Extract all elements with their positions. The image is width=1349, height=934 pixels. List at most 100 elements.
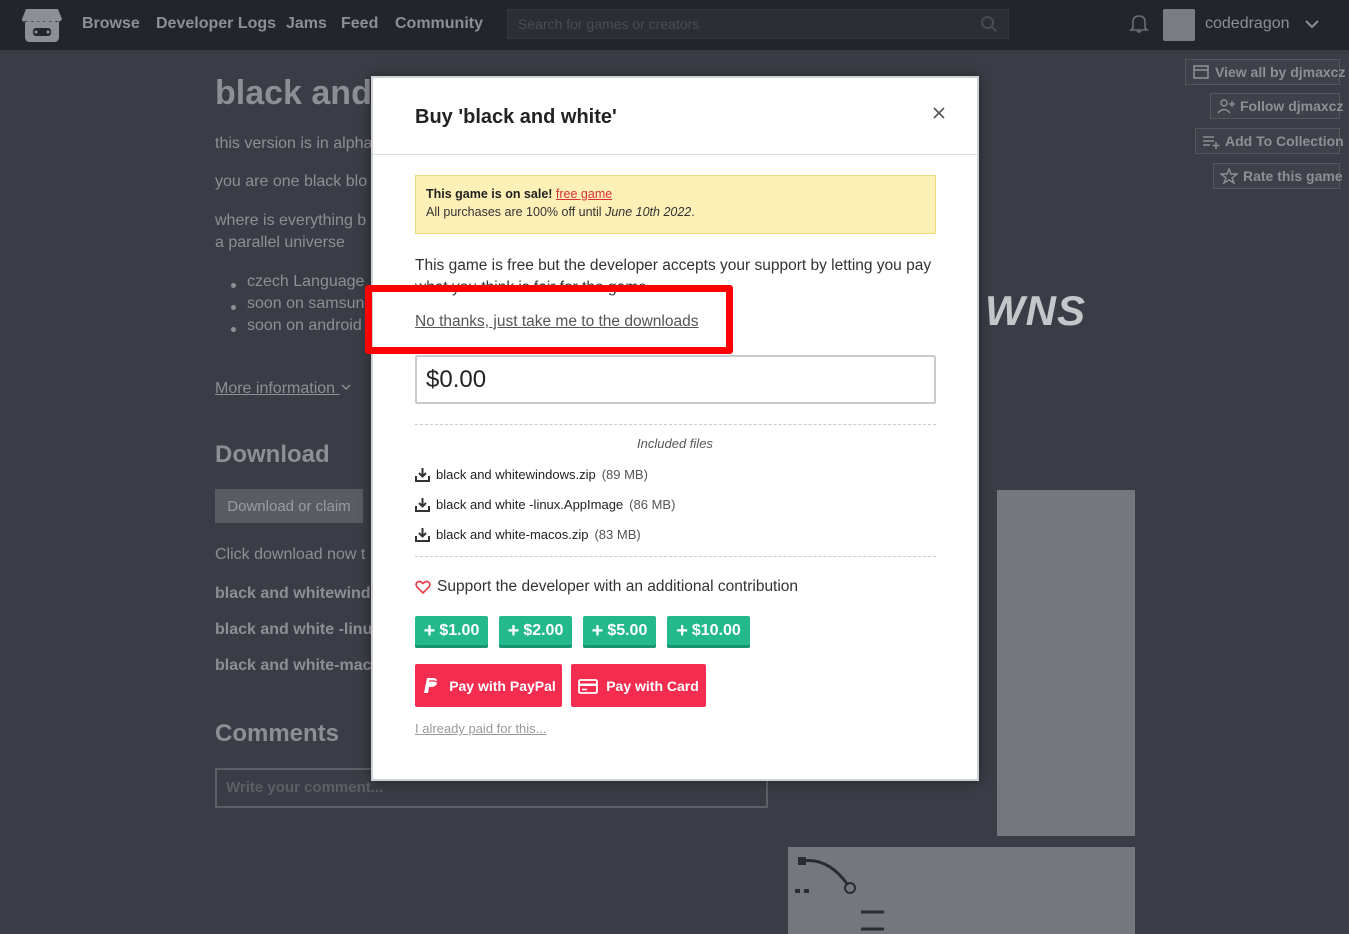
- download-icon: [415, 527, 430, 542]
- chevron-down-icon[interactable]: [1303, 15, 1321, 33]
- file-row: black and whitewindows.zip (89 MB): [415, 467, 648, 482]
- view-all-button[interactable]: View all by djmaxcz: [1185, 59, 1345, 85]
- top-navigation-bar: Browse Developer Logs Jams Feed Communit…: [0, 0, 1349, 50]
- add-1-button[interactable]: + $1.00: [415, 616, 488, 648]
- included-files-label: Included files: [637, 436, 713, 451]
- bell-icon[interactable]: [1128, 12, 1150, 34]
- search-input[interactable]: Search for games or creators: [507, 9, 1009, 39]
- file-name: black and whitewind: [215, 585, 371, 602]
- follow-label: Follow djmaxcz: [1240, 98, 1344, 114]
- add-5-button[interactable]: + $5.00: [583, 616, 656, 648]
- plus-icon: +: [676, 619, 688, 642]
- avatar[interactable]: [1163, 9, 1195, 41]
- support-text: Support the developer with an additional…: [437, 578, 799, 595]
- dialog-header: Buy 'black and white': [373, 78, 977, 155]
- add-user-icon: [1217, 99, 1235, 114]
- download-or-claim-button[interactable]: Download or claim: [215, 489, 363, 523]
- description-line-4: a parallel universe: [215, 234, 345, 251]
- pay-with-card-button[interactable]: Pay with Card: [571, 664, 706, 707]
- storefront-icon: [1193, 65, 1209, 79]
- divider: [415, 556, 936, 557]
- free-game-link[interactable]: free game: [556, 187, 612, 201]
- file-size: (86 MB): [629, 497, 676, 512]
- description-line-3: where is everything b: [215, 212, 367, 229]
- follow-button[interactable]: Follow djmaxcz: [1210, 93, 1344, 119]
- already-paid-link[interactable]: I already paid for this...: [415, 721, 547, 736]
- sale-suffix: .: [691, 205, 695, 219]
- bullet: [231, 283, 236, 288]
- sale-end-date: June 10th 2022: [605, 205, 692, 219]
- file-name: black and white-macos.zip: [436, 527, 589, 542]
- download-icon: [415, 467, 430, 482]
- dialog-title: Buy 'black and white': [415, 106, 617, 128]
- bullet: [231, 305, 236, 310]
- more-information-label: More information: [215, 380, 336, 397]
- file-row: black and white-macos.zip (83 MB): [415, 527, 641, 542]
- add-list-icon: [1203, 136, 1220, 149]
- screenshot[interactable]: [788, 847, 1135, 934]
- add-to-collection-label: Add To Collection: [1225, 133, 1344, 149]
- divider: [415, 424, 936, 425]
- screenshot[interactable]: [997, 490, 1135, 836]
- search-icon[interactable]: [980, 15, 998, 33]
- add-10-button[interactable]: + $10.00: [667, 616, 750, 648]
- sale-lead: This game is on sale!: [426, 187, 553, 201]
- add-2-button[interactable]: + $2.00: [499, 616, 572, 648]
- support-row: Support the developer with an additional…: [415, 578, 798, 596]
- sale-line-1: This game is on sale! free game: [426, 185, 925, 203]
- screenshot-art: [795, 857, 884, 931]
- heart-icon: [415, 580, 431, 595]
- description-line-1: this version is in alpha: [215, 135, 373, 152]
- amount-label: $5.00: [607, 621, 648, 639]
- click-download-text: Click download now t: [215, 546, 366, 563]
- amount-label: $2.00: [523, 621, 564, 639]
- username[interactable]: codedragon: [1205, 15, 1290, 33]
- file-size: (89 MB): [601, 467, 648, 482]
- comments-heading: Comments: [215, 720, 340, 747]
- nav-community[interactable]: Community: [395, 15, 483, 33]
- list-item: czech Language: [247, 273, 365, 290]
- rate-game-button[interactable]: Rate this game: [1213, 163, 1343, 189]
- sale-notice: This game is on sale! free game All purc…: [415, 175, 936, 234]
- paypal-label: Pay with PayPal: [449, 677, 556, 694]
- star-icon: [1220, 168, 1238, 184]
- pay-with-paypal-button[interactable]: Pay with PayPal: [415, 664, 562, 707]
- download-icon: [415, 497, 430, 512]
- rate-game-label: Rate this game: [1243, 168, 1343, 184]
- card-label: Pay with Card: [606, 677, 699, 694]
- highlight-box: [365, 285, 733, 354]
- file-name: black and white -linux.AppImage: [436, 497, 624, 512]
- nav-browse[interactable]: Browse: [82, 15, 140, 33]
- nav-feed[interactable]: Feed: [341, 15, 378, 33]
- buy-dialog: Buy 'black and white' This game is on sa…: [371, 76, 979, 781]
- file-name: black and white -linu: [215, 621, 373, 638]
- page-title: black and: [215, 74, 372, 112]
- sale-line-2: All purchases are 100% off until June 10…: [426, 203, 925, 221]
- list-item: soon on android: [247, 317, 362, 334]
- list-item: soon on samsun: [247, 295, 365, 312]
- banner-text: WNS: [985, 287, 1086, 334]
- description-line-2: you are one black blo: [215, 173, 368, 190]
- plus-icon: +: [591, 619, 604, 642]
- nav-jams[interactable]: Jams: [286, 15, 327, 33]
- price-input[interactable]: $0.00: [415, 355, 936, 404]
- file-row: black and white -linux.AppImage (86 MB): [415, 497, 675, 512]
- file-name: black and white-mac: [215, 657, 372, 674]
- itchio-logo-icon[interactable]: [22, 7, 62, 43]
- credit-card-icon: [578, 678, 599, 694]
- download-heading: Download: [215, 441, 330, 468]
- nav-developer-logs[interactable]: Developer Logs: [156, 15, 276, 33]
- close-icon[interactable]: [931, 105, 947, 121]
- paypal-icon: [424, 677, 439, 696]
- amount-label: $10.00: [691, 621, 741, 639]
- amount-label: $1.00: [439, 621, 480, 639]
- chevron-down-icon: [340, 384, 351, 391]
- add-to-collection-button[interactable]: Add To Collection: [1195, 128, 1344, 154]
- bullet: [231, 327, 236, 332]
- file-name: black and whitewindows.zip: [436, 467, 596, 482]
- more-information-link[interactable]: More information: [215, 380, 352, 398]
- sale-line-2-prefix: All purchases are 100% off until: [426, 205, 602, 219]
- plus-icon: +: [507, 619, 520, 642]
- file-size: (83 MB): [594, 527, 641, 542]
- search-placeholder: Search for games or creators: [518, 16, 700, 32]
